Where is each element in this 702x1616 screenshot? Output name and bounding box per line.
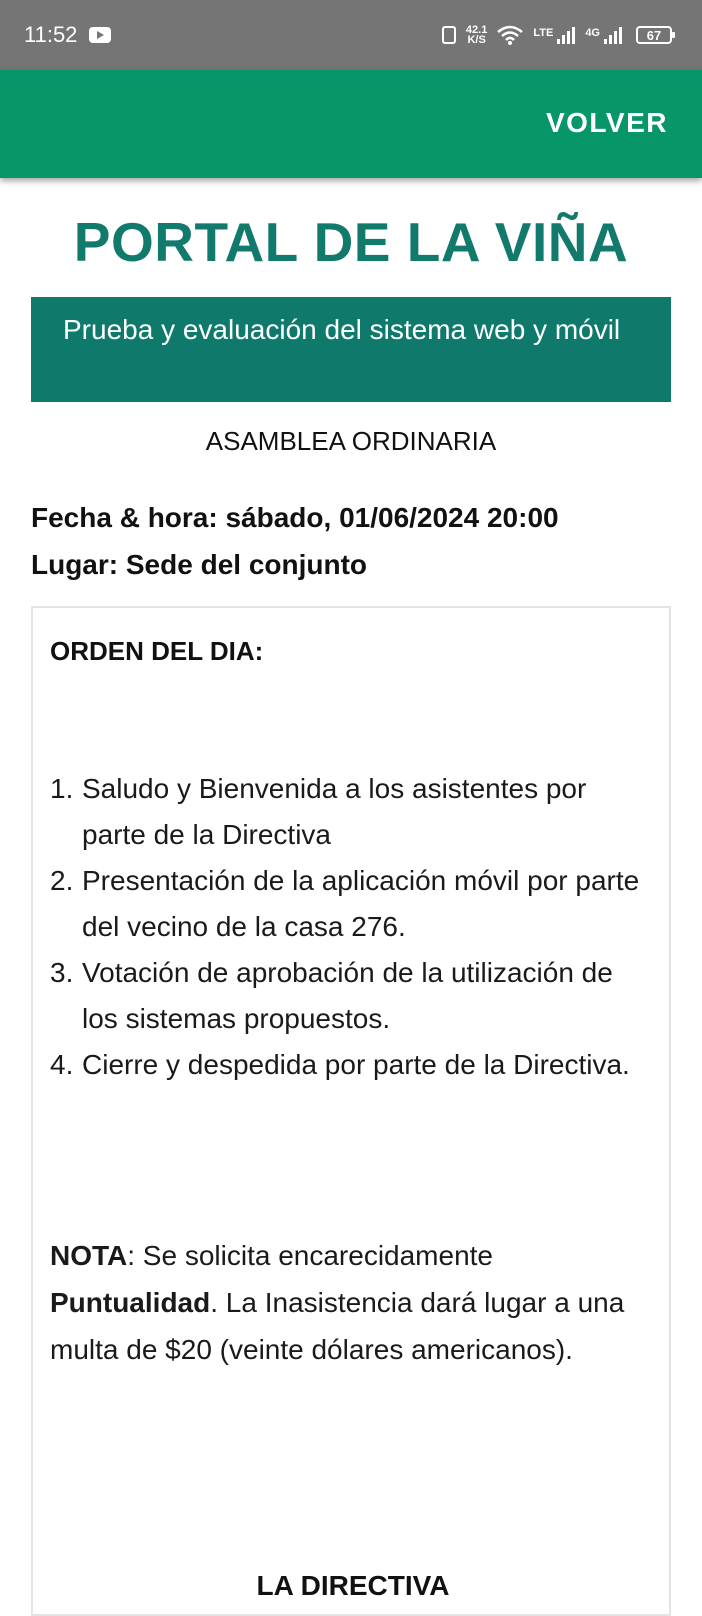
- lte-label: LTE: [533, 26, 554, 39]
- note-paragraph: NOTA: Se solicita encarecidamente Puntua…: [50, 1232, 650, 1373]
- agenda-list: 1. Saludo y Bienvenida a los asistentes …: [50, 766, 650, 1088]
- announcement-card: ORDEN DEL DIA: 1. Saludo y Bienvenida a …: [31, 606, 671, 1616]
- network-speed-unit: K/S: [467, 34, 486, 46]
- subtitle-banner: Prueba y evaluación del sistema web y mó…: [31, 297, 671, 402]
- note-text-1: : Se solicita encarecidamente: [127, 1240, 493, 1271]
- agenda-item-number: 1.: [50, 773, 74, 804]
- agenda-item: 4. Cierre y despedida por parte de la Di…: [50, 1042, 650, 1088]
- agenda-item-number: 4.: [50, 1049, 74, 1080]
- signature: LA DIRECTIVA: [256, 1570, 450, 1601]
- meeting-place: Lugar: Sede del conjunto: [31, 549, 368, 580]
- agenda-item-number: 3.: [50, 957, 74, 988]
- network-speed: 42.1 K/S: [466, 25, 487, 46]
- lte-signal-icon: LTE: [533, 26, 576, 44]
- agenda-item-text: Cierre y despedida por parte de la Direc…: [82, 1049, 630, 1080]
- agenda-item-number: 2.: [50, 865, 74, 896]
- agenda-item: 3. Votación de aprobación de la utilizac…: [50, 950, 650, 1042]
- status-left: 11:52: [24, 22, 112, 48]
- agenda-item-text: Presentación de la aplicación móvil por …: [82, 865, 640, 942]
- clock: 11:52: [24, 22, 78, 47]
- 4g-label: 4G: [585, 26, 600, 39]
- agenda-title: ORDEN DEL DIA:: [50, 636, 264, 666]
- battery-icon: 67: [636, 26, 675, 44]
- agenda-item: 1. Saludo y Bienvenida a los asistentes …: [50, 766, 650, 858]
- meeting-type: ASAMBLEA ORDINARIA: [205, 426, 497, 456]
- youtube-notification-icon: [89, 27, 112, 43]
- wifi-icon: [497, 25, 524, 45]
- meeting-date: Fecha & hora: sábado, 01/06/2024 20:00: [31, 502, 559, 533]
- agenda-item-text: Saludo y Bienvenida a los asistentes por…: [82, 773, 587, 850]
- note-label: NOTA: [50, 1240, 128, 1271]
- agenda-item-text: Votación de aprobación de la utilización…: [82, 957, 613, 1034]
- page-title: PORTAL DE LA VIÑA: [73, 211, 629, 273]
- 4g-signal-icon: 4G: [585, 26, 622, 44]
- status-bar: 11:52 42.1 K/S LTE 4G 67: [0, 0, 702, 70]
- status-right: 42.1 K/S LTE 4G 67: [441, 25, 675, 46]
- volver-button[interactable]: VOLVER: [540, 106, 674, 140]
- note-emphasis: Puntualidad: [50, 1287, 211, 1318]
- agenda-item: 2. Presentación de la aplicación móvil p…: [50, 858, 650, 950]
- app-bar: VOLVER: [0, 70, 702, 178]
- vibrate-icon: [441, 26, 456, 44]
